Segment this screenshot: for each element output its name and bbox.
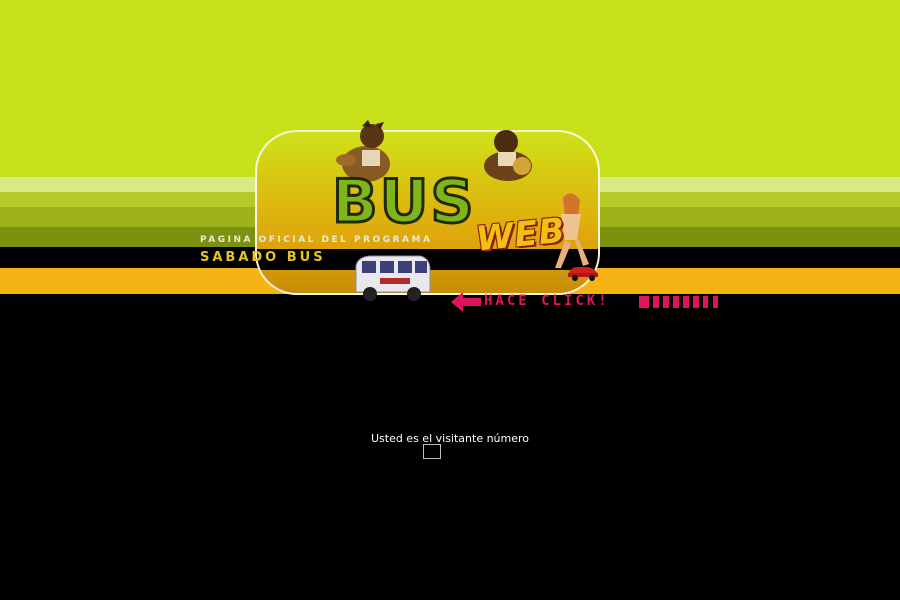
- program-name: SABADO BUS: [200, 250, 326, 265]
- enter-link[interactable]: HACE CLICK!: [449, 290, 729, 314]
- car-icon: [568, 267, 598, 281]
- decorative-dashes: [639, 296, 718, 308]
- left-arrow-icon: [451, 292, 481, 312]
- visitor-counter-label: Usted es el visitante número: [370, 432, 530, 445]
- visitor-counter-image: [423, 444, 441, 459]
- bus-icon: [355, 255, 431, 301]
- tagline: PAGINA OFICIAL DEL PROGRAMA: [200, 235, 433, 245]
- svg-text:BUS: BUS: [332, 168, 476, 230]
- click-prompt: HACE CLICK!: [484, 293, 610, 309]
